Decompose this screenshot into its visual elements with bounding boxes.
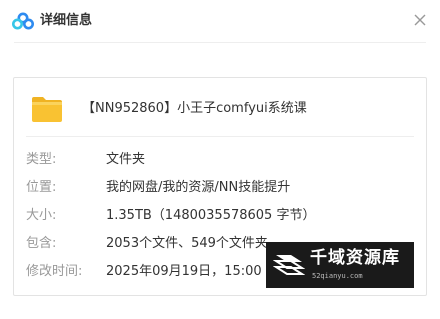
layered-stack-icon [273, 255, 305, 275]
header-divider [14, 42, 426, 43]
close-icon[interactable] [412, 12, 428, 28]
property-row-size: 大小: 1.35TB（1480035578605 字节） [26, 206, 421, 226]
property-value: 2053个文件、549个文件夹 [106, 236, 268, 251]
property-row-location: 位置: 我的网盘/我的资源/NN技能提升 [26, 178, 421, 198]
baidu-netdisk-logo-icon [12, 12, 34, 30]
property-label: 位置: [26, 180, 57, 195]
property-row-type: 类型: 文件夹 [26, 150, 421, 170]
file-name: 【NN952860】小王子comfyui系统课 [82, 101, 307, 116]
card-divider [26, 136, 414, 137]
folder-icon [32, 97, 62, 122]
property-label: 大小: [26, 208, 57, 223]
property-value: 2025年09月19日，15:00 [106, 264, 262, 279]
watermark-overlay: 千域资源库 52qianyu.com [266, 242, 414, 288]
watermark-url: 52qianyu.com [312, 272, 363, 280]
file-details-dialog: 详细信息 【NN952860】小王子comfyui系统课 类型: 文件夹 位置:… [0, 0, 440, 319]
property-label: 修改时间: [26, 264, 83, 279]
dialog-header: 详细信息 [0, 0, 440, 44]
property-label: 包含: [26, 236, 57, 251]
property-value: 1.35TB（1480035578605 字节） [106, 208, 316, 223]
dialog-title: 详细信息 [40, 13, 93, 28]
watermark-title: 千域资源库 [310, 248, 400, 268]
property-value: 我的网盘/我的资源/NN技能提升 [106, 180, 291, 195]
property-value: 文件夹 [106, 152, 146, 167]
property-label: 类型: [26, 152, 57, 167]
